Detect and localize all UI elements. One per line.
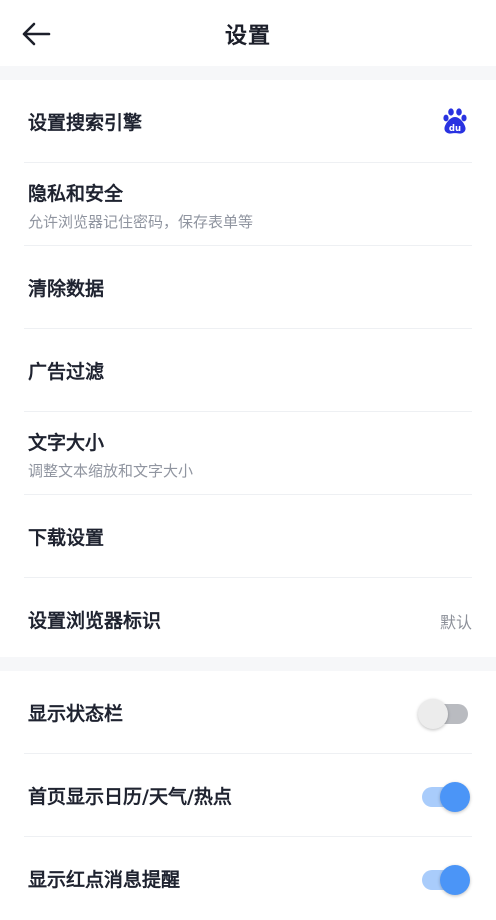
- user-agent-row[interactable]: 设置浏览器标识 默认: [24, 578, 472, 661]
- status-bar-label: 显示状态栏: [28, 703, 124, 725]
- svg-text:du: du: [449, 124, 461, 134]
- header-bar: 设置: [0, 0, 496, 66]
- toggle-knob: [440, 782, 470, 812]
- clear-data-label: 清除数据: [28, 278, 105, 300]
- user-agent-value: 默认: [439, 613, 472, 632]
- status-bar-row[interactable]: 显示状态栏: [24, 671, 472, 754]
- font-size-label: 文字大小: [28, 432, 105, 454]
- search-engine-label: 设置搜索引擎: [28, 112, 143, 134]
- section-divider: [0, 66, 496, 80]
- display-settings-list: 显示状态栏 首页显示日历/天气/热点 显示红点消息提醒: [0, 671, 496, 895]
- search-engine-row[interactable]: 设置搜索引擎 du: [24, 80, 472, 163]
- settings-list: 设置搜索引擎 du 隐私和安全 允许浏览器记住密码，保存表单等 清除数据 广告过…: [0, 80, 496, 657]
- privacy-security-row[interactable]: 隐私和安全 允许浏览器记住密码，保存表单等: [24, 163, 472, 246]
- status-bar-toggle[interactable]: [418, 699, 470, 729]
- toggle-knob: [418, 699, 448, 729]
- baidu-logo-icon: du: [443, 108, 467, 134]
- privacy-security-label: 隐私和安全: [28, 183, 124, 205]
- download-settings-label: 下载设置: [28, 527, 105, 549]
- user-agent-label: 设置浏览器标识: [28, 610, 162, 632]
- toggle-knob: [440, 865, 470, 895]
- page-title: 设置: [224, 24, 271, 49]
- clear-data-row[interactable]: 清除数据: [24, 246, 472, 329]
- red-dot-notification-row[interactable]: 显示红点消息提醒: [24, 837, 472, 920]
- font-size-row[interactable]: 文字大小 调整文本缩放和文字大小: [24, 412, 472, 495]
- red-dot-notification-toggle[interactable]: [420, 865, 470, 895]
- homepage-widgets-label: 首页显示日历/天气/热点: [28, 786, 232, 808]
- font-size-subtitle: 调整文本缩放和文字大小: [28, 462, 194, 480]
- download-settings-row[interactable]: 下载设置: [24, 495, 472, 578]
- ad-filter-label: 广告过滤: [28, 361, 105, 383]
- homepage-widgets-row[interactable]: 首页显示日历/天气/热点: [24, 754, 472, 837]
- privacy-security-subtitle: 允许浏览器记住密码，保存表单等: [28, 213, 254, 231]
- red-dot-notification-label: 显示红点消息提醒: [28, 869, 181, 891]
- homepage-widgets-toggle[interactable]: [420, 782, 470, 812]
- section-divider: [0, 657, 496, 671]
- ad-filter-row[interactable]: 广告过滤: [24, 329, 472, 412]
